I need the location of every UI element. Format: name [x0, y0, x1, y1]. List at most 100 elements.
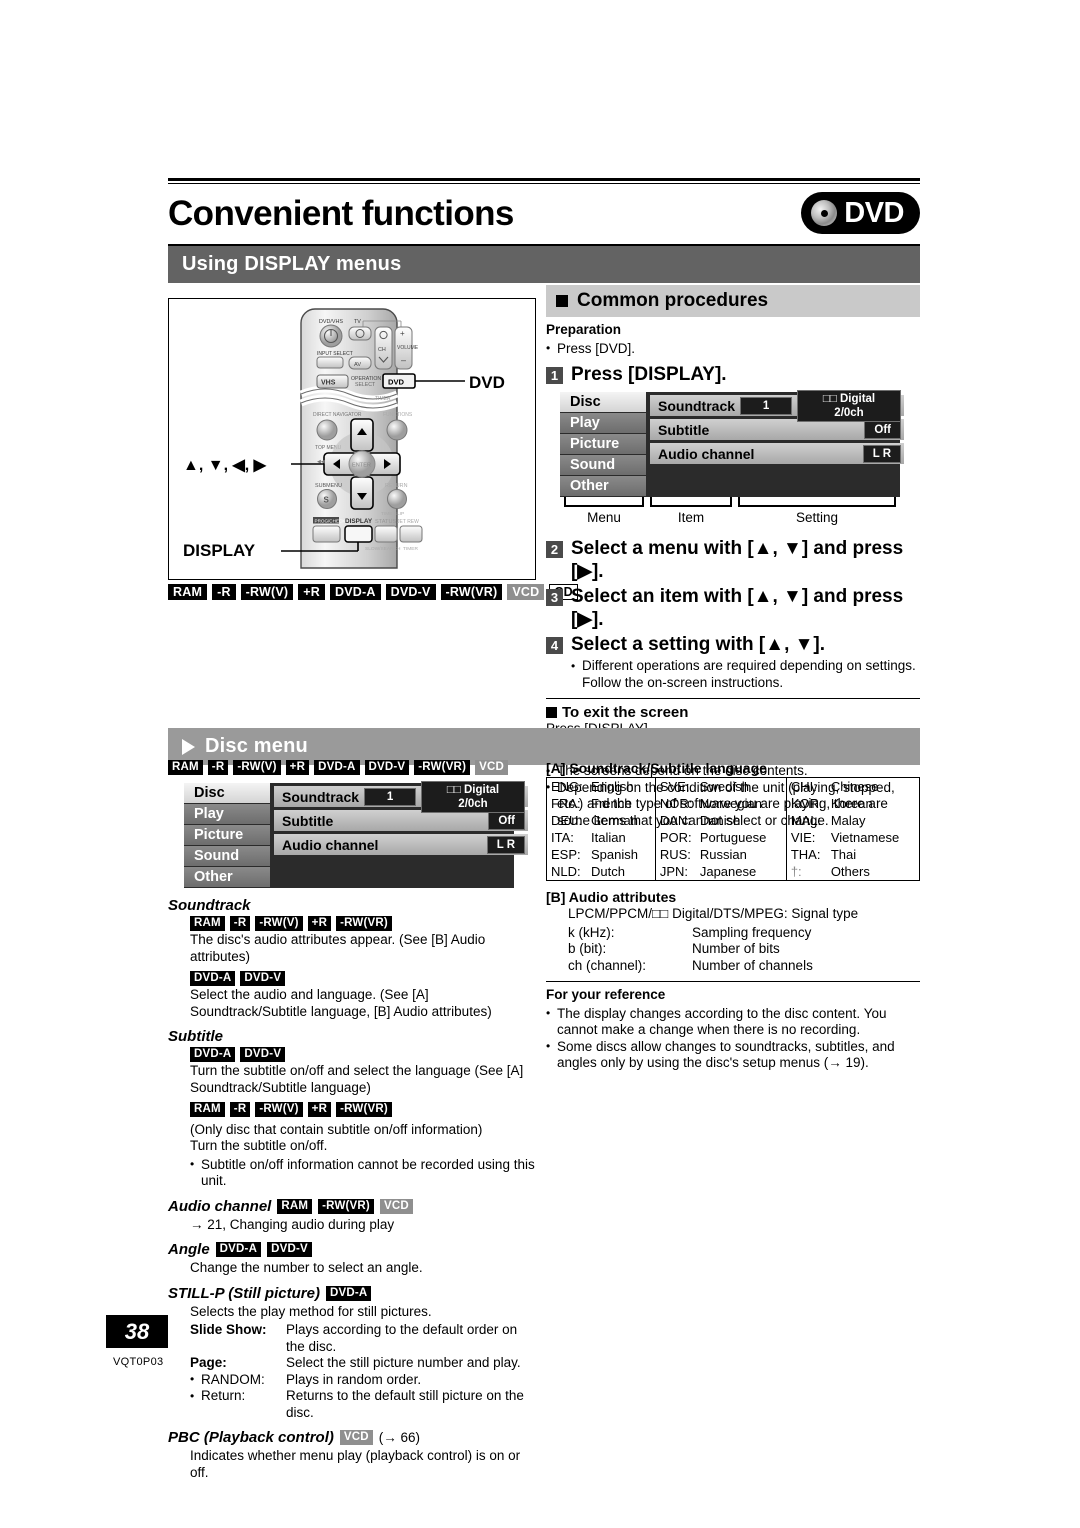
common-procedures-heading: Common procedures — [546, 285, 920, 317]
osd2-menu-disc[interactable]: Disc — [184, 783, 270, 804]
preparation-text: Press [DVD]. — [546, 340, 920, 358]
osd2-label-audio-channel: Audio channel — [282, 836, 379, 853]
lang-col-1: ENG: English FRA: French DEU: German ITA: It… — [546, 777, 656, 881]
subtitle-badges-2-row: RAM -R -RW(V) +R -RW(VR) (Only disc that… — [190, 1102, 538, 1137]
svg-text:DISPLAY: DISPLAY — [345, 518, 373, 525]
osd-menu-play[interactable]: Play — [560, 413, 646, 434]
osd2-row-subtitle[interactable]: Subtitle Off — [274, 810, 529, 831]
audio-channel-label: Audio channel — [168, 1197, 272, 1215]
lang-code-ita: ITA: — [551, 830, 574, 845]
osd2-menu-play[interactable]: Play — [184, 804, 270, 825]
badge-sb2-plus-r: +R — [307, 1102, 332, 1117]
badge-st1-ram: RAM — [190, 916, 225, 931]
osd2-menu-other[interactable]: Other — [184, 867, 270, 888]
bracket-label-setting: Setting — [795, 510, 839, 525]
lang-code-mal: MAL: — [790, 813, 822, 828]
lang-row-chi: CHI: Chinese — [787, 778, 919, 795]
still-p-val-slideshow: Plays according to the default order on … — [286, 1322, 518, 1354]
svg-text:JET REW: JET REW — [397, 519, 419, 525]
osd-row-subtitle[interactable]: Subtitle Off — [650, 419, 905, 440]
osd2-row-soundtrack[interactable]: Soundtrack 1 □□ Digital 2/0ch — [274, 780, 529, 813]
lang-row-others: †: Others — [787, 863, 919, 880]
osd-screen-mock-1: Disc Play Picture Sound Other Soundtrack… — [560, 389, 905, 497]
soundtrack-badges-2: DVD-A DVD-V — [190, 971, 538, 986]
osd2-menu-picture[interactable]: Picture — [184, 825, 270, 846]
lang-table-heading: [A] Soundtrack/Subtitle language — [546, 760, 767, 776]
pbc-label: PBC (Playback control) — [168, 1429, 334, 1446]
osd-row-audio-channel[interactable]: Audio channel L R — [650, 443, 905, 464]
lang-row-nor: NOR: Norwegian — [656, 795, 786, 812]
pbc-page-ref: (→ 66) — [378, 1430, 421, 1445]
lang-name-esp: Spanish — [591, 847, 638, 862]
lang-name-kor: Korean — [830, 796, 873, 811]
audio-attr-key-khz: k (kHz): — [568, 924, 615, 940]
disc-compat-badges-discmenu: RAM -R -RW(V) +R DVD-A DVD-V -RW(VR) VCD — [168, 760, 508, 775]
lang-row-tha: THA: Thai — [787, 846, 919, 863]
still-p-text: Selects the play method for still pictur… — [190, 1303, 432, 1319]
osd2-menu-sound[interactable]: Sound — [184, 846, 270, 867]
step-text-2: Select a menu with [▲, ▼] and press [▶]. — [571, 538, 904, 582]
badge-ac-ram: RAM — [277, 1198, 313, 1214]
badge-dm-vcd: VCD — [475, 760, 508, 775]
osd2-value-subtitle: Off — [488, 811, 526, 830]
disc-compat-badges-display: RAM -R -RW(V) +R DVD-A DVD-V -RW(VR) VCD… — [168, 584, 578, 600]
svg-text:S: S — [324, 496, 330, 505]
badge-ram: RAM — [168, 584, 208, 600]
lang-code-nld: NLD: — [551, 864, 581, 879]
subtitle-text-1: Turn the subtitle on/off and select the … — [190, 1063, 524, 1095]
osd-menu-disc[interactable]: Disc — [560, 392, 646, 413]
badge-st2-dvd-a: DVD-A — [190, 971, 236, 986]
lang-code-nor: NOR: — [659, 796, 693, 811]
lang-name-ita: Italian — [591, 830, 626, 845]
audio-attr-val-ch: Number of channels — [692, 957, 813, 973]
osd-menu-picture[interactable]: Picture — [560, 434, 646, 455]
header-top-rule — [168, 178, 920, 184]
language-attributes-column: [A] Soundtrack/Subtitle language ENG: Eng… — [546, 760, 921, 1072]
osd-row-soundtrack[interactable]: Soundtrack 1 □□ Digital 2/0ch — [650, 389, 905, 422]
badge-sb1-dvd-a: DVD-A — [190, 1047, 236, 1062]
still-p-key-random: RANDOM: — [201, 1371, 265, 1387]
subtitle-badges-1: DVD-A DVD-V — [190, 1047, 538, 1062]
svg-text:INPUT SELECT: INPUT SELECT — [317, 351, 353, 357]
osd-menu-other[interactable]: Other — [560, 476, 646, 497]
svg-text:VHS: VHS — [321, 380, 336, 387]
audio-attr-key-bit: b (bit): — [568, 941, 607, 956]
osd-label-soundtrack: Soundtrack — [658, 397, 736, 414]
badge-dm-dvd-v: DVD-V — [364, 760, 410, 775]
lang-row-kor: KOR: Korean — [787, 795, 919, 812]
lang-row-ita: ITA: Italian — [547, 829, 655, 846]
exit-screen-heading: To exit the screen — [546, 704, 920, 721]
lang-row-vie: VIE: Vietnamese — [787, 829, 919, 846]
still-p-section-heading: STILL-P (Still picture) DVD-A — [168, 1285, 538, 1302]
osd-value-soundtrack-number: 1 — [740, 396, 793, 415]
lang-code-sve: SVE: — [659, 779, 690, 794]
audio-attr-val-bit: Number of bits — [692, 941, 780, 956]
badge-dvd-a: DVD-A — [330, 584, 381, 600]
osd-screen-mock-2: Disc Play Picture Sound Other Soundtrack… — [184, 780, 529, 888]
lang-col-3: CHI: Chinese KOR: Korean MAL: Malay VIE: Vie… — [785, 777, 921, 881]
dvd-disc-icon — [811, 200, 838, 226]
divider-reference-2 — [546, 981, 920, 982]
svg-text:DVD/VHS: DVD/VHS — [319, 319, 343, 325]
badge-dm-dvd-a: DVD-A — [314, 760, 360, 775]
lang-col-2: SVE: Swedish NOR: Norwegian DAN: Danish POR… — [654, 777, 787, 881]
lang-code-fra: FRA: — [551, 796, 581, 811]
angle-text: Change the number to select an angle. — [190, 1260, 423, 1275]
badge-dm-minus-rw-vr: -RW(VR) — [414, 760, 471, 775]
lang-row-dan: DAN: Danish — [656, 812, 786, 829]
svg-text:TIMER: TIMER — [375, 396, 391, 402]
lang-row-por: POR: Portuguese — [656, 829, 786, 846]
badge-sb2-ram: RAM — [190, 1102, 225, 1117]
lang-name-vie: Vietnamese — [830, 830, 900, 845]
badge-st1-minus-r: -R — [229, 916, 251, 931]
osd-brackets: Menu Item Setting — [560, 497, 900, 531]
badge-sb1-dvd-v: DVD-V — [240, 1047, 286, 1062]
audio-channel-section-heading: Audio channel RAM -RW(VR) VCD — [168, 1198, 538, 1215]
exit-screen-title: To exit the screen — [562, 704, 689, 721]
language-code-table: ENG: English FRA: French DEU: German ITA: It… — [546, 777, 921, 881]
lang-name-nld: Dutch — [591, 864, 625, 879]
osd-menu-sound[interactable]: Sound — [560, 455, 646, 476]
osd2-row-audio-channel[interactable]: Audio channel L R — [274, 834, 529, 855]
lang-name-nor: Norwegian — [699, 796, 762, 811]
badge-st2-dvd-v: DVD-V — [240, 971, 286, 986]
